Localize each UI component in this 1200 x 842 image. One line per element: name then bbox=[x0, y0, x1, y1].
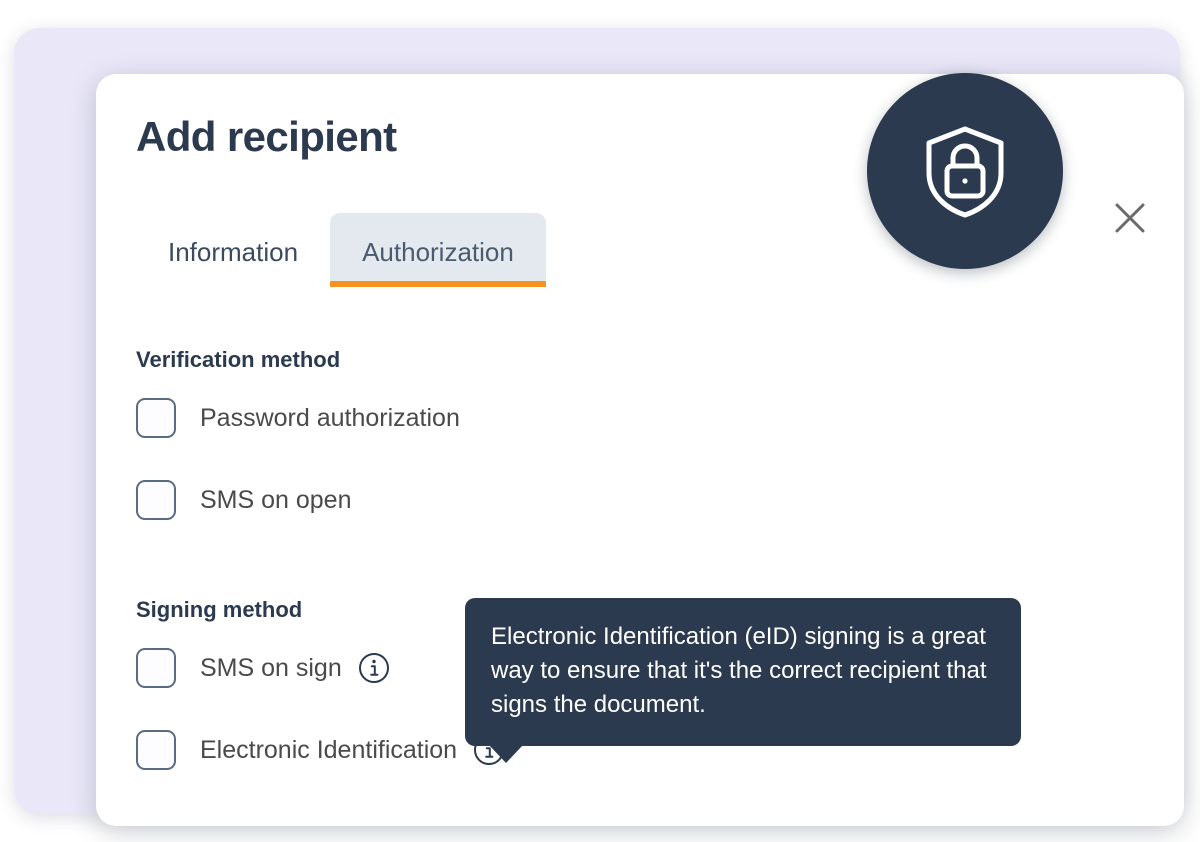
option-sms-on-sign[interactable]: SMS on sign bbox=[136, 647, 505, 689]
option-label-password-authorization: Password authorization bbox=[200, 403, 460, 432]
option-electronic-identification[interactable]: Electronic Identification bbox=[136, 729, 505, 771]
option-password-authorization[interactable]: Password authorization bbox=[136, 397, 460, 439]
checkbox-electronic-identification[interactable] bbox=[136, 730, 176, 770]
checkbox-sms-on-open[interactable] bbox=[136, 480, 176, 520]
tab-authorization-label: Authorization bbox=[362, 237, 514, 267]
tooltip-arrow-icon bbox=[489, 745, 523, 764]
section-heading-verification: Verification method bbox=[136, 347, 341, 372]
page-title: Add recipient bbox=[136, 113, 397, 160]
screenshot-root: Add recipient Information Authorization … bbox=[0, 0, 1200, 842]
option-label-sms-on-open: SMS on open bbox=[200, 485, 352, 514]
section-signing-method: Signing method SMS on sign Electronic Id… bbox=[136, 599, 505, 771]
shield-lock-icon bbox=[867, 73, 1063, 269]
section-heading-signing: Signing method bbox=[136, 597, 303, 622]
tooltip-text: Electronic Identification (eID) signing … bbox=[491, 623, 987, 719]
option-label-electronic-identification: Electronic Identification bbox=[200, 735, 458, 764]
tab-information-label: Information bbox=[168, 237, 299, 267]
option-sms-on-open[interactable]: SMS on open bbox=[136, 479, 460, 521]
checkbox-sms-on-sign[interactable] bbox=[136, 648, 176, 688]
tab-information[interactable]: Information bbox=[136, 213, 330, 287]
option-label-sms-on-sign: SMS on sign bbox=[200, 653, 342, 682]
add-recipient-modal: Add recipient Information Authorization … bbox=[96, 73, 1184, 826]
section-verification-method: Verification method Password authorizati… bbox=[136, 349, 460, 521]
close-button[interactable] bbox=[1108, 196, 1152, 240]
active-tab-indicator bbox=[330, 281, 546, 287]
close-icon bbox=[1115, 203, 1145, 233]
tab-authorization[interactable]: Authorization bbox=[330, 213, 546, 287]
info-icon-sms-on-sign[interactable] bbox=[358, 652, 390, 684]
checkbox-password-authorization[interactable] bbox=[136, 398, 176, 438]
tab-bar: Information Authorization bbox=[136, 213, 546, 287]
tooltip-electronic-identification: Electronic Identification (eID) signing … bbox=[465, 598, 1021, 764]
